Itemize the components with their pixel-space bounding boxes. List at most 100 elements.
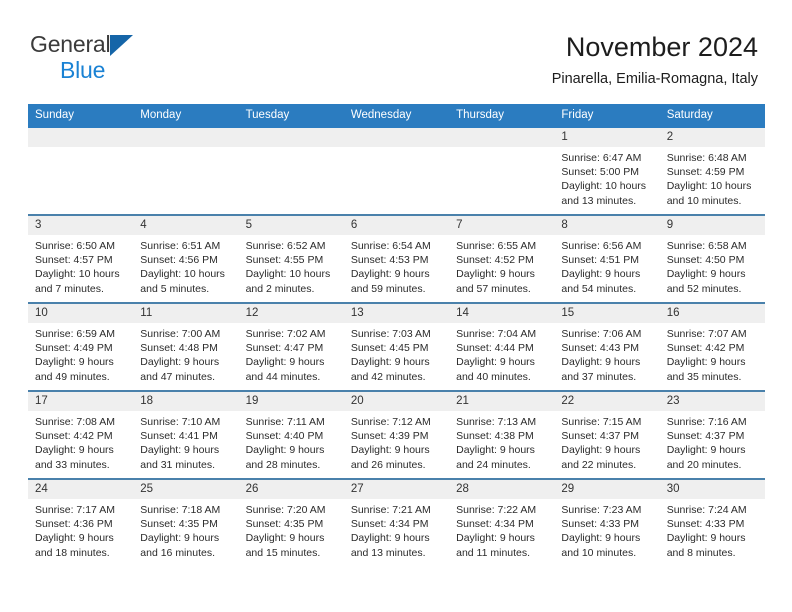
sunset-text: Sunset: 4:55 PM (245, 254, 324, 267)
day-cell[interactable]: 20 Sunrise: 7:12 AM Sunset: 4:39 PM Dayl… (343, 390, 450, 478)
day-number: 5 (238, 216, 344, 235)
daylight-text-line1: Daylight: 9 hours (666, 444, 746, 457)
day-cell[interactable]: 17 Sunrise: 7:08 AM Sunset: 4:42 PM Dayl… (28, 390, 134, 478)
day-cell[interactable]: 19 Sunrise: 7:11 AM Sunset: 4:40 PM Dayl… (238, 390, 344, 478)
daylight-text-line2: and 10 minutes. (561, 546, 637, 559)
day-cell[interactable] (133, 126, 239, 214)
sunrise-text: Sunrise: 7:22 AM (456, 504, 537, 516)
day-cell[interactable]: 14 Sunrise: 7:04 AM Sunset: 4:44 PM Dayl… (449, 302, 555, 390)
daylight-text-line1: Daylight: 9 hours (35, 356, 114, 369)
day-cell[interactable]: 15 Sunrise: 7:06 AM Sunset: 4:43 PM Dayl… (554, 302, 660, 390)
day-details: Sunrise: 7:13 AM Sunset: 4:38 PM Dayligh… (449, 411, 555, 472)
daylight-text-line1: Daylight: 10 hours (35, 268, 120, 281)
day-cell[interactable]: 3 Sunrise: 6:50 AM Sunset: 4:57 PM Dayli… (28, 214, 134, 302)
sunrise-text: Sunrise: 6:56 AM (561, 240, 642, 252)
day-number: 2 (659, 128, 765, 147)
day-cell[interactable]: 12 Sunrise: 7:02 AM Sunset: 4:47 PM Dayl… (238, 302, 344, 390)
sunset-text: Sunset: 4:34 PM (350, 518, 429, 531)
day-number: 29 (554, 480, 660, 499)
day-details: Sunrise: 7:00 AM Sunset: 4:48 PM Dayligh… (133, 323, 239, 384)
day-details: Sunrise: 7:08 AM Sunset: 4:42 PM Dayligh… (28, 411, 134, 472)
day-details: Sunrise: 7:24 AM Sunset: 4:33 PM Dayligh… (659, 499, 765, 560)
day-details: Sunrise: 7:02 AM Sunset: 4:47 PM Dayligh… (238, 323, 344, 384)
daylight-text-line2: and 20 minutes. (666, 458, 742, 471)
day-details: Sunrise: 6:50 AM Sunset: 4:57 PM Dayligh… (28, 235, 134, 296)
day-cell[interactable]: 23 Sunrise: 7:16 AM Sunset: 4:37 PM Dayl… (659, 390, 765, 478)
page-subtitle: Pinarella, Emilia-Romagna, Italy (551, 71, 758, 87)
day-cell[interactable]: 10 Sunrise: 6:59 AM Sunset: 4:49 PM Dayl… (28, 302, 134, 390)
day-cell[interactable]: 30 Sunrise: 7:24 AM Sunset: 4:33 PM Dayl… (659, 478, 765, 566)
sunset-text: Sunset: 4:37 PM (561, 430, 640, 443)
sunset-text: Sunset: 4:57 PM (35, 254, 113, 267)
day-number: 20 (343, 392, 450, 411)
page-title: November 2024 (565, 32, 758, 62)
day-details: Sunrise: 6:47 AM Sunset: 5:00 PM Dayligh… (554, 147, 660, 208)
day-details: Sunrise: 7:15 AM Sunset: 4:37 PM Dayligh… (554, 411, 660, 472)
daylight-text-line2: and 59 minutes. (350, 282, 426, 295)
sunrise-text: Sunrise: 7:18 AM (140, 504, 221, 516)
sunset-text: Sunset: 4:34 PM (456, 518, 534, 531)
day-details: Sunrise: 7:21 AM Sunset: 4:34 PM Dayligh… (343, 499, 450, 560)
day-details (133, 147, 239, 191)
day-number: 30 (659, 480, 765, 499)
sunset-text: Sunset: 4:33 PM (666, 518, 745, 531)
day-number: 12 (238, 304, 344, 323)
sunset-text: Sunset: 4:39 PM (350, 430, 429, 443)
day-cell[interactable]: 27 Sunrise: 7:21 AM Sunset: 4:34 PM Dayl… (343, 478, 450, 566)
day-number: 27 (343, 480, 450, 499)
day-cell[interactable]: 28 Sunrise: 7:22 AM Sunset: 4:34 PM Dayl… (449, 478, 555, 566)
day-cell[interactable]: 22 Sunrise: 7:15 AM Sunset: 4:37 PM Dayl… (554, 390, 660, 478)
sunrise-text: Sunrise: 7:23 AM (561, 504, 642, 516)
day-number: 18 (133, 392, 239, 411)
daylight-text-line2: and 47 minutes. (140, 370, 215, 383)
day-cell[interactable] (238, 126, 344, 214)
day-cell[interactable]: 5 Sunrise: 6:52 AM Sunset: 4:55 PM Dayli… (238, 214, 344, 302)
day-cell[interactable]: 16 Sunrise: 7:07 AM Sunset: 4:42 PM Dayl… (659, 302, 765, 390)
sunrise-text: Sunrise: 6:51 AM (140, 240, 221, 252)
sunset-text: Sunset: 4:43 PM (561, 342, 640, 355)
day-cell[interactable] (28, 126, 134, 214)
day-cell[interactable]: 25 Sunrise: 7:18 AM Sunset: 4:35 PM Dayl… (133, 478, 239, 566)
weekday-header-monday: Monday (133, 104, 239, 126)
sunrise-text: Sunrise: 7:08 AM (35, 416, 115, 428)
logo-triangle-icon (110, 35, 134, 56)
calendar-week-row: 1 Sunrise: 6:47 AM Sunset: 5:00 PM Dayli… (28, 126, 765, 214)
sunset-text: Sunset: 4:42 PM (35, 430, 113, 443)
day-cell[interactable]: 7 Sunrise: 6:55 AM Sunset: 4:52 PM Dayli… (449, 214, 555, 302)
weekday-header-sunday: Sunday (28, 104, 134, 126)
day-cell[interactable]: 11 Sunrise: 7:00 AM Sunset: 4:48 PM Dayl… (133, 302, 239, 390)
day-cell[interactable]: 4 Sunrise: 6:51 AM Sunset: 4:56 PM Dayli… (133, 214, 239, 302)
general-blue-logo: General Blue (30, 33, 260, 88)
title-block: November 2024 Pinarella, Emilia-Romagna,… (552, 32, 758, 88)
day-cell[interactable]: 9 Sunrise: 6:58 AM Sunset: 4:50 PM Dayli… (659, 214, 765, 302)
weekday-header-friday: Friday (554, 104, 660, 126)
sunset-text: Sunset: 4:36 PM (35, 518, 113, 531)
day-cell[interactable]: 6 Sunrise: 6:54 AM Sunset: 4:53 PM Dayli… (343, 214, 450, 302)
day-cell[interactable]: 13 Sunrise: 7:03 AM Sunset: 4:45 PM Dayl… (343, 302, 450, 390)
day-cell[interactable] (449, 126, 555, 214)
day-cell[interactable]: 8 Sunrise: 6:56 AM Sunset: 4:51 PM Dayli… (554, 214, 660, 302)
day-cell[interactable]: 26 Sunrise: 7:20 AM Sunset: 4:35 PM Dayl… (238, 478, 344, 566)
day-cell[interactable]: 2 Sunrise: 6:48 AM Sunset: 4:59 PM Dayli… (659, 126, 765, 214)
day-cell[interactable] (343, 126, 450, 214)
day-details (343, 147, 450, 191)
sunset-text: Sunset: 5:00 PM (561, 166, 640, 179)
day-details: Sunrise: 7:17 AM Sunset: 4:36 PM Dayligh… (28, 499, 134, 560)
daylight-text-line1: Daylight: 9 hours (456, 356, 535, 369)
day-cell[interactable]: 1 Sunrise: 6:47 AM Sunset: 5:00 PM Dayli… (554, 126, 660, 214)
daylight-text-line2: and 42 minutes. (350, 370, 426, 383)
day-cell[interactable]: 21 Sunrise: 7:13 AM Sunset: 4:38 PM Dayl… (449, 390, 555, 478)
day-number (449, 128, 555, 147)
daylight-text-line1: Daylight: 9 hours (666, 268, 746, 281)
daylight-text-line1: Daylight: 9 hours (245, 356, 325, 369)
sunset-text: Sunset: 4:42 PM (666, 342, 745, 355)
day-details: Sunrise: 6:55 AM Sunset: 4:52 PM Dayligh… (449, 235, 555, 296)
daylight-text-line1: Daylight: 9 hours (456, 444, 535, 457)
day-number: 11 (133, 304, 239, 323)
daylight-text-line2: and 26 minutes. (350, 458, 426, 471)
day-details: Sunrise: 7:03 AM Sunset: 4:45 PM Dayligh… (343, 323, 450, 384)
day-cell[interactable]: 24 Sunrise: 7:17 AM Sunset: 4:36 PM Dayl… (28, 478, 134, 566)
day-cell[interactable]: 29 Sunrise: 7:23 AM Sunset: 4:33 PM Dayl… (554, 478, 660, 566)
logo-text-general: General (30, 31, 111, 57)
day-cell[interactable]: 18 Sunrise: 7:10 AM Sunset: 4:41 PM Dayl… (133, 390, 239, 478)
